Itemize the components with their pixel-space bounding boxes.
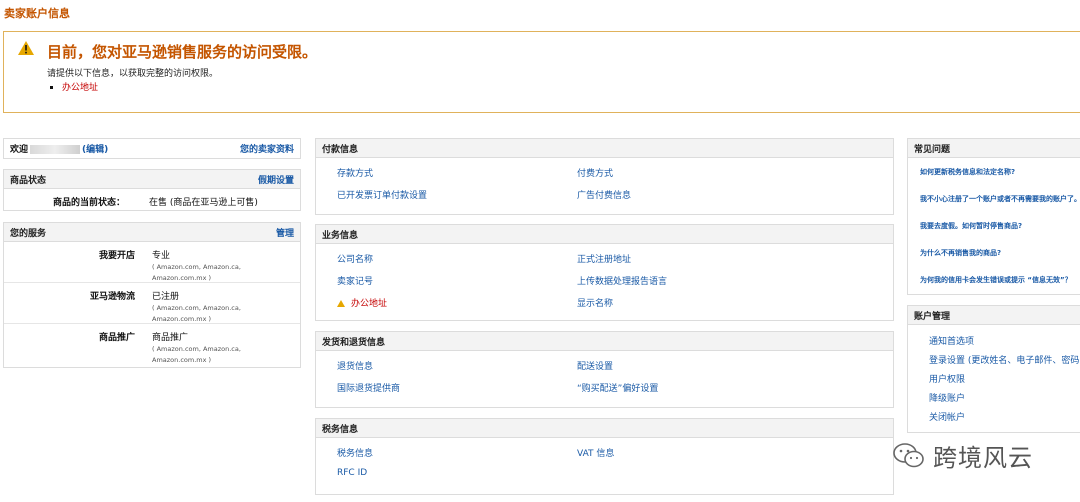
redacted-name — [30, 145, 81, 154]
display-name-link[interactable]: 显示名称 — [577, 296, 893, 309]
deposit-method-link[interactable]: 存款方式 — [337, 166, 577, 179]
seller-token-link[interactable]: 卖家记号 — [337, 274, 577, 287]
user-permissions-link[interactable]: 用户权限 — [929, 372, 1080, 391]
listing-status-value: 在售 (商品在亚马逊上可售) — [149, 198, 258, 208]
shipping-returns-title: 发货和退货信息 — [322, 337, 386, 348]
faq-link[interactable]: 我要去度假。如何暂时停售商品? — [920, 221, 1080, 248]
faq-link[interactable]: 如何更新税务信息和法定名称? — [920, 167, 1080, 194]
alert-item-office-address[interactable]: 办公地址 — [50, 80, 98, 93]
tax-info-link[interactable]: 税务信息 — [337, 446, 577, 459]
service-row: 我要开店 专业 ( Amazon.com, Amazon.ca, Amazon.… — [4, 242, 300, 283]
business-info-panel: 业务信息 公司名称 正式注册地址 卖家记号 上传数据处理报告语言 办公地址 显示… — [315, 224, 894, 321]
notification-preferences-link[interactable]: 通知首选项 — [929, 334, 1080, 353]
tax-info-panel: 税务信息 税务信息 VAT 信息 RFC ID — [315, 418, 894, 495]
company-name-link[interactable]: 公司名称 — [337, 252, 577, 265]
welcome-panel: 欢迎 (编辑) 您的卖家资料 — [3, 138, 301, 159]
restricted-access-alert: 目前，您对亚马逊销售服务的访问受限。 请提供以下信息，以获取完整的访问权限。 办… — [3, 31, 1080, 113]
office-address-link[interactable]: 办公地址 — [337, 296, 577, 309]
buy-shipping-preferences-link[interactable]: “购买配送”偏好设置 — [577, 381, 893, 394]
edit-name-link[interactable]: (编辑) — [82, 145, 108, 155]
faq-title: 常见问题 — [914, 144, 951, 155]
downgrade-account-link[interactable]: 降级账户 — [929, 391, 1080, 410]
account-management-title: 账户管理 — [914, 311, 951, 322]
bullet-icon — [50, 86, 53, 89]
tax-info-title: 税务信息 — [322, 424, 359, 435]
advertising-payment-link[interactable]: 广告付费信息 — [577, 188, 893, 201]
close-account-link[interactable]: 关闭帐户 — [929, 410, 1080, 429]
welcome-text: 欢迎 (编辑) — [10, 145, 109, 155]
registered-address-link[interactable]: 正式注册地址 — [577, 252, 893, 265]
manage-services-link[interactable]: 管理 — [276, 226, 294, 239]
page-title: 卖家账户信息 — [4, 7, 70, 20]
faq-panel: 常见问题 如何更新税务信息和法定名称? 我不小心注册了一个账户或者不再需要我的账… — [907, 138, 1080, 295]
seller-profile-link[interactable]: 您的卖家资料 — [240, 142, 294, 155]
payment-info-title: 付款信息 — [322, 144, 359, 155]
service-row: 商品推广 商品推广 ( Amazon.com, Amazon.ca, Amazo… — [98, 333, 241, 364]
listing-status-panel: 商品状态 假期设置 商品的当前状态： 在售 (商品在亚马逊上可售) — [3, 169, 301, 211]
payment-info-panel: 付款信息 存款方式 付费方式 已开发票订单付款设置 广告付费信息 — [315, 138, 894, 215]
vacation-settings-link[interactable]: 假期设置 — [258, 173, 294, 186]
warning-icon — [337, 300, 345, 307]
login-settings-link[interactable]: 登录设置 (更改姓名、电子邮件、密码 — [929, 353, 1080, 372]
business-info-title: 业务信息 — [322, 230, 359, 241]
warning-icon — [18, 41, 34, 55]
shipping-settings-link[interactable]: 配送设置 — [577, 359, 893, 372]
faq-link[interactable]: 为何我的信用卡会发生错误或提示 “信息无效”？ — [920, 275, 1080, 302]
invoiced-order-payment-link[interactable]: 已开发票订单付款设置 — [337, 188, 577, 201]
upload-report-language-link[interactable]: 上传数据处理报告语言 — [577, 274, 893, 287]
listing-status-label: 商品的当前状态： — [52, 198, 125, 208]
return-info-link[interactable]: 退货信息 — [337, 359, 577, 372]
international-returns-provider-link[interactable]: 国际退货提供商 — [337, 381, 577, 394]
services-title: 您的服务 — [10, 228, 47, 239]
shipping-returns-panel: 发货和退货信息 退货信息 配送设置 国际退货提供商 “购买配送”偏好设置 — [315, 331, 894, 408]
your-services-panel: 您的服务 管理 我要开店 专业 ( Amazon.com, Amazon.ca,… — [3, 222, 301, 368]
wechat-icon — [893, 442, 924, 467]
rfc-id-link[interactable]: RFC ID — [337, 468, 577, 478]
charge-method-link[interactable]: 付费方式 — [577, 166, 893, 179]
listing-status-title: 商品状态 — [10, 175, 47, 186]
vat-info-link[interactable]: VAT 信息 — [577, 446, 893, 459]
alert-headline: 目前，您对亚马逊销售服务的访问受限。 — [47, 43, 318, 61]
service-row: 亚马逊物流 已注册 ( Amazon.com, Amazon.ca, Amazo… — [4, 283, 300, 324]
watermark-text: 跨境风云 — [933, 444, 1033, 472]
account-management-panel: 账户管理 通知首选项 登录设置 (更改姓名、电子邮件、密码 用户权限 降级账户 … — [907, 305, 1080, 433]
watermark: 跨境风云 — [893, 438, 1033, 473]
alert-subline: 请提供以下信息，以获取完整的访问权限。 — [47, 69, 219, 79]
faq-link[interactable]: 为什么不再销售我的商品? — [920, 248, 1080, 275]
faq-link[interactable]: 我不小心注册了一个账户或者不再需要我的账户了。我 — [920, 194, 1080, 221]
